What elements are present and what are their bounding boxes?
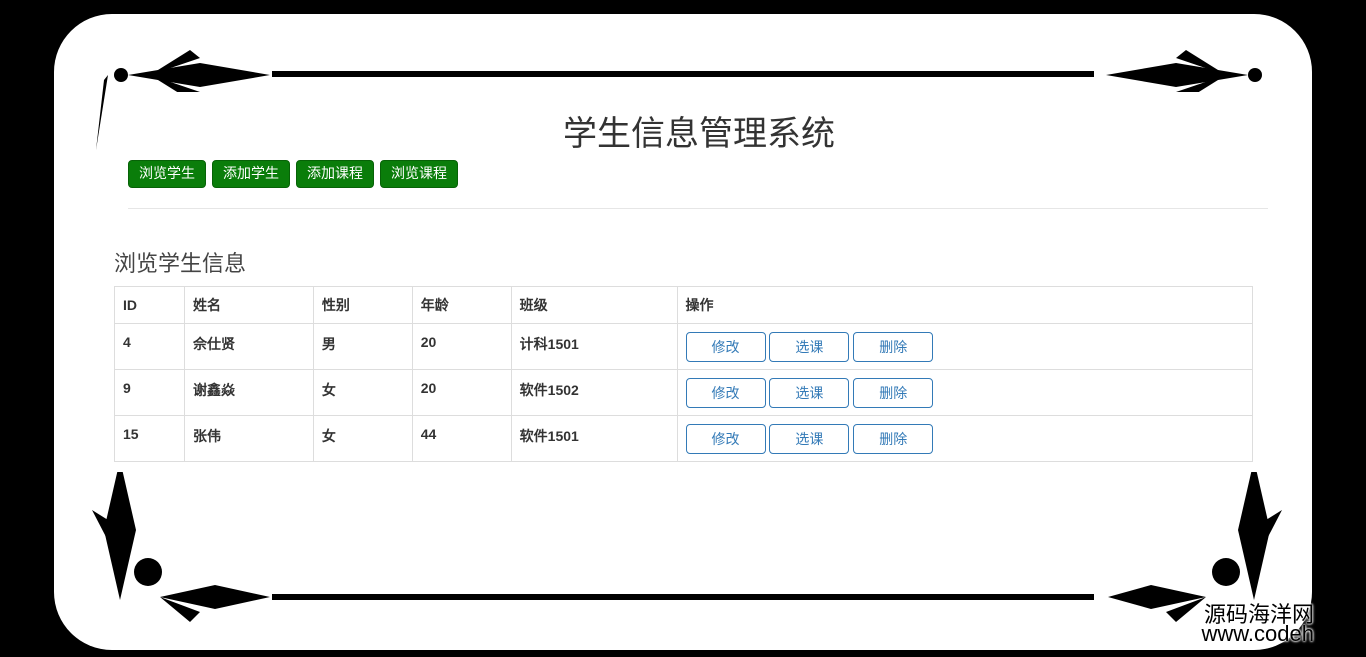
table-header-row: ID 姓名 性别 年龄 班级 操作: [114, 286, 1254, 324]
add-student-button[interactable]: 添加学生: [212, 160, 290, 188]
students-table: ID 姓名 性别 年龄 班级 操作 4 佘仕贤 男 20 计科1501 修改 选…: [114, 286, 1254, 462]
select-course-button[interactable]: 选课: [769, 378, 850, 408]
column-header-name: 姓名: [183, 286, 314, 324]
cell-class: 软件1501: [510, 415, 678, 462]
column-header-class: 班级: [510, 286, 678, 324]
cell-gender: 女: [312, 415, 413, 462]
cell-age: 20: [411, 369, 512, 416]
column-header-id: ID: [114, 286, 185, 324]
watermark-line-2: www.codeh: [1201, 621, 1314, 646]
cell-name: 佘仕贤: [183, 323, 314, 370]
select-course-button[interactable]: 选课: [769, 332, 850, 362]
table-row: 9 谢鑫焱 女 20 软件1502 修改 选课 删除: [114, 369, 1254, 416]
browse-students-button[interactable]: 浏览学生: [128, 160, 206, 188]
edit-button[interactable]: 修改: [685, 332, 766, 362]
select-course-button[interactable]: 选课: [769, 424, 850, 454]
cell-age: 20: [411, 323, 512, 370]
cell-actions: 修改 选课 删除: [676, 415, 1254, 462]
cell-class: 软件1502: [510, 369, 678, 416]
add-course-button[interactable]: 添加课程: [296, 160, 374, 188]
divider: [128, 208, 1268, 209]
cell-gender: 男: [312, 323, 413, 370]
page-title: 学生信息管理系统: [563, 114, 835, 154]
edit-button[interactable]: 修改: [685, 424, 766, 454]
cell-actions: 修改 选课 删除: [676, 369, 1254, 416]
column-header-gender: 性别: [312, 286, 413, 324]
table-row: 4 佘仕贤 男 20 计科1501 修改 选课 删除: [114, 323, 1254, 370]
cell-id: 4: [114, 323, 185, 370]
cell-age: 44: [411, 415, 512, 462]
cell-class: 计科1501: [510, 323, 678, 370]
column-header-age: 年龄: [411, 286, 512, 324]
table-row: 15 张伟 女 44 软件1501 修改 选课 删除: [114, 415, 1254, 462]
column-header-actions: 操作: [676, 286, 1254, 324]
browse-courses-button[interactable]: 浏览课程: [380, 160, 458, 188]
cell-id: 15: [114, 415, 185, 462]
cell-id: 9: [114, 369, 185, 416]
cell-actions: 修改 选课 删除: [676, 323, 1254, 370]
nav-bar: 浏览学生 添加学生 添加课程 浏览课程: [128, 160, 458, 188]
delete-button[interactable]: 删除: [853, 378, 934, 408]
cell-gender: 女: [312, 369, 413, 416]
edit-button[interactable]: 修改: [685, 378, 766, 408]
section-title: 浏览学生信息: [114, 252, 247, 277]
delete-button[interactable]: 删除: [853, 424, 934, 454]
cell-name: 张伟: [183, 415, 314, 462]
delete-button[interactable]: 删除: [853, 332, 934, 362]
watermark: 源码海洋网 www.codeh: [1156, 597, 1366, 653]
cell-name: 谢鑫焱: [183, 369, 314, 416]
